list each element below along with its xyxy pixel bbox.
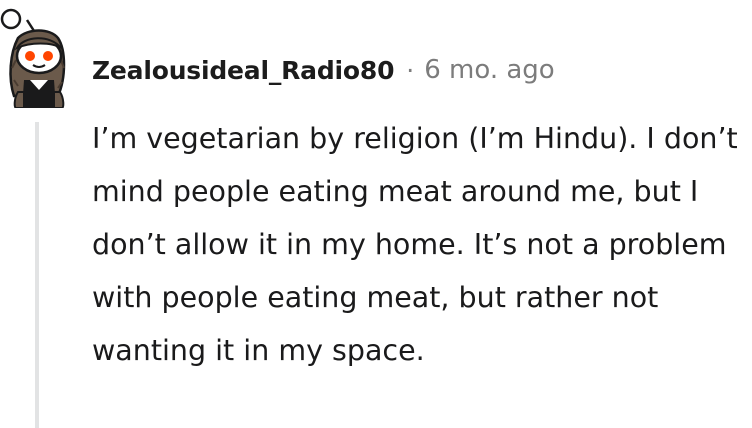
comment-timestamp[interactable]: 6 mo. ago xyxy=(424,55,554,85)
author-username[interactable]: Zealousideal_Radio80 xyxy=(92,56,394,85)
comment: Zealousideal_Radio80 · 6 mo. ago I’m veg… xyxy=(0,0,752,428)
meta-separator: · xyxy=(406,55,415,85)
comment-header: Zealousideal_Radio80 · 6 mo. ago xyxy=(92,50,555,90)
snoo-avatar-icon[interactable] xyxy=(0,8,80,109)
thread-collapse-line[interactable] xyxy=(35,122,39,428)
comment-body: I’m vegetarian by religion (I’m Hindu). … xyxy=(92,122,738,367)
